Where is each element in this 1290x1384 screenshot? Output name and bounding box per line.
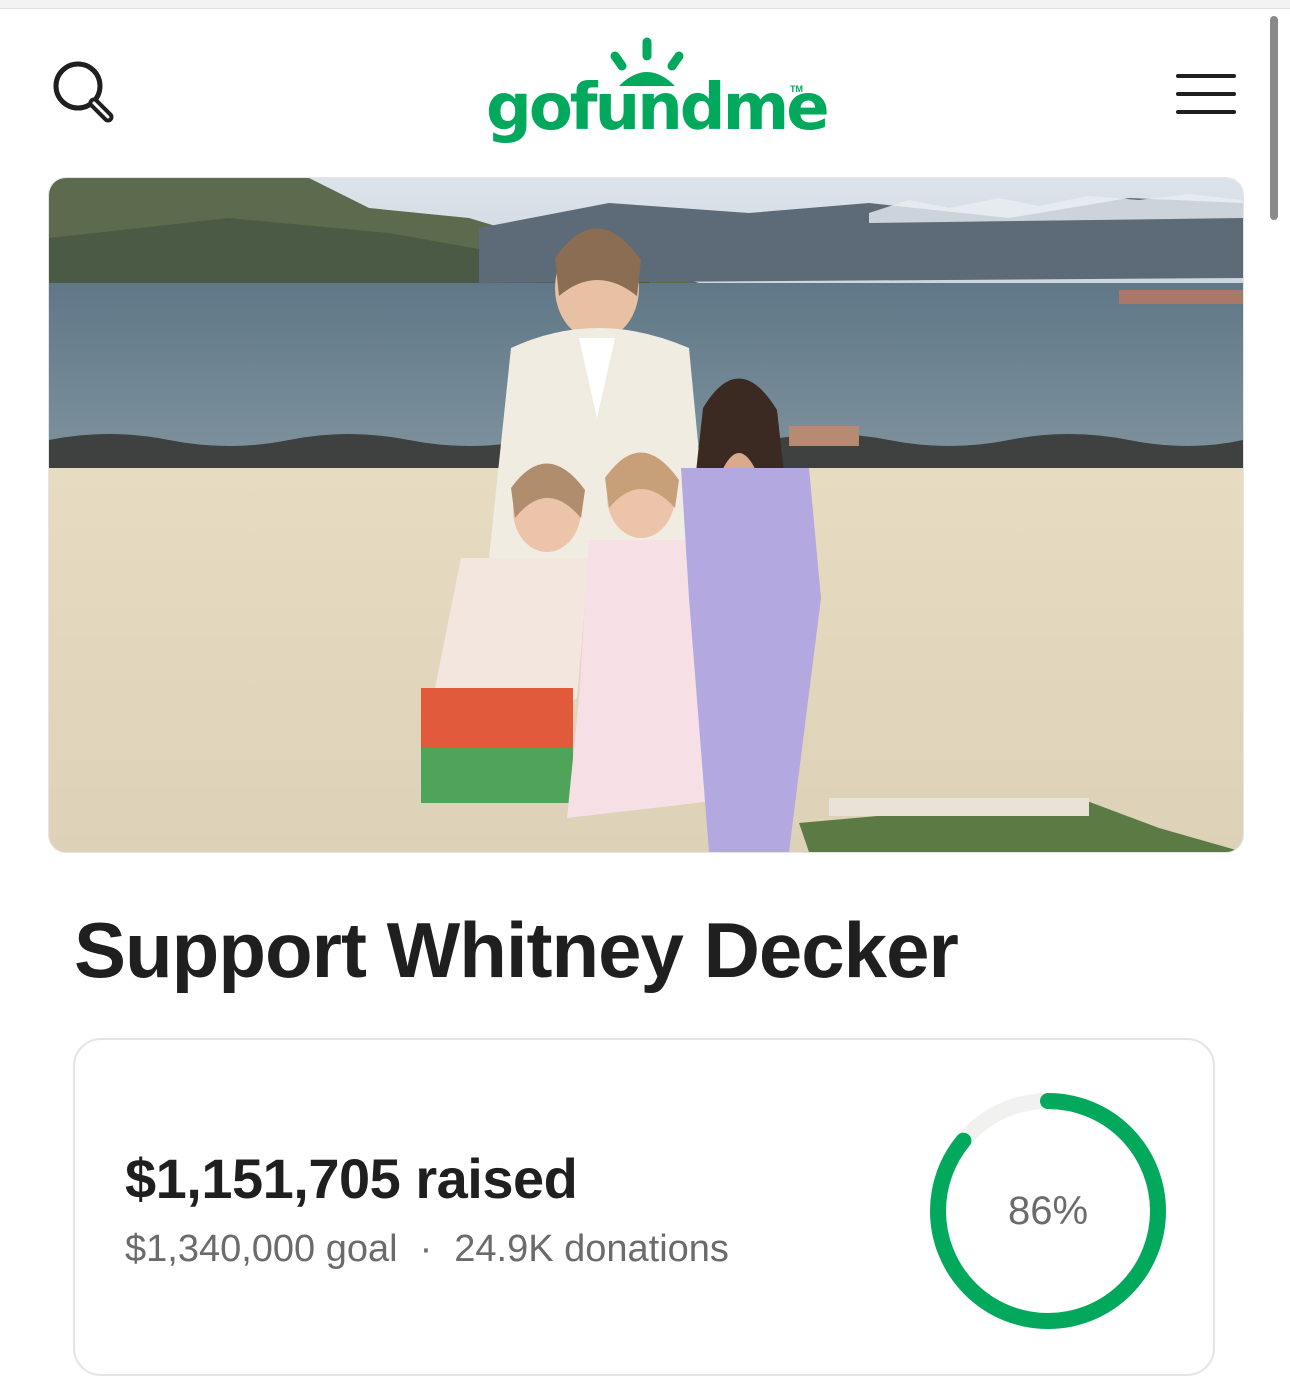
amount-raised: $1,151,705 raised	[125, 1147, 578, 1210]
goal-amount: $1,340,000 goal	[125, 1228, 398, 1270]
search-icon	[53, 61, 114, 123]
logo-trademark: TM	[790, 84, 803, 94]
progress-card[interactable]: $1,151,705 raised $1,340,000 goal · 24.9K …	[73, 1038, 1215, 1376]
goal-and-donations: $1,340,000 goal · 24.9K donations	[125, 1228, 729, 1271]
donation-count[interactable]: 24.9K donations	[454, 1228, 729, 1270]
menu-button[interactable]	[1170, 64, 1242, 124]
page: gofundme TM Support Whitney Decker $1,15…	[0, 0, 1290, 1384]
search-button[interactable]	[46, 56, 122, 132]
logo-wordmark: gofundme	[486, 71, 830, 145]
campaign-title: Support Whitney Decker	[74, 906, 959, 994]
hero-photo	[49, 178, 1243, 852]
progress-percent: 86%	[1007, 1188, 1089, 1233]
progress-ring: 86%	[925, 1088, 1171, 1334]
browser-top-strip	[0, 0, 1290, 9]
header: gofundme TM	[0, 30, 1290, 160]
hamburger-menu-icon	[1176, 74, 1236, 114]
campaign-hero-image[interactable]	[48, 177, 1244, 853]
gofundme-logo[interactable]: gofundme TM	[480, 36, 830, 156]
separator-dot: ·	[419, 1228, 433, 1270]
